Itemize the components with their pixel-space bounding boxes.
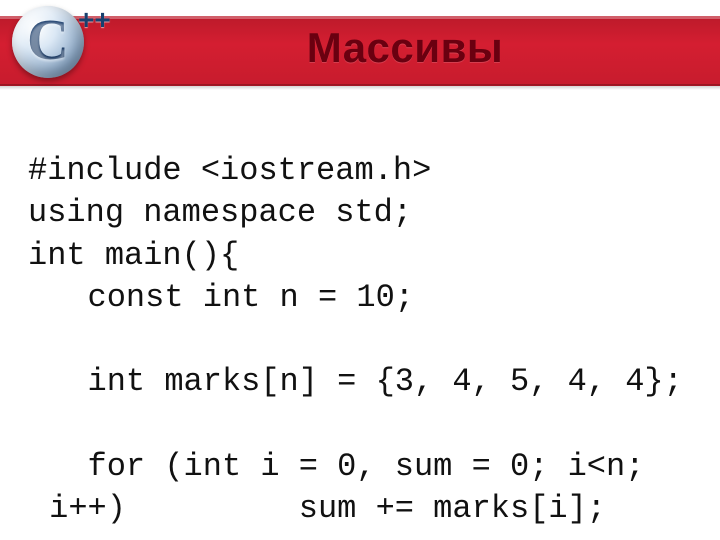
code-line: for (int i = 0, sum = 0; i<n; i++) sum +… [28,446,692,530]
code-line: const int n = 10; [28,277,692,319]
cpp-logo: C ++ [4,0,114,102]
code-line: int main(){ [28,237,239,274]
cpp-logo-circle: C [12,6,84,78]
code-block: #include <iostream.h> using namespace st… [28,108,692,540]
code-line: #include <iostream.h> [28,152,431,189]
cpp-logo-letter: C [27,11,69,69]
code-line: using namespace std; [28,194,412,231]
slide: C ++ Массивы #include <iostream.h> using… [0,0,720,540]
cpp-logo-plus: ++ [78,4,111,36]
page-title: Массивы [90,24,720,72]
code-line: int marks[n] = {3, 4, 5, 4, 4}; [28,361,692,403]
